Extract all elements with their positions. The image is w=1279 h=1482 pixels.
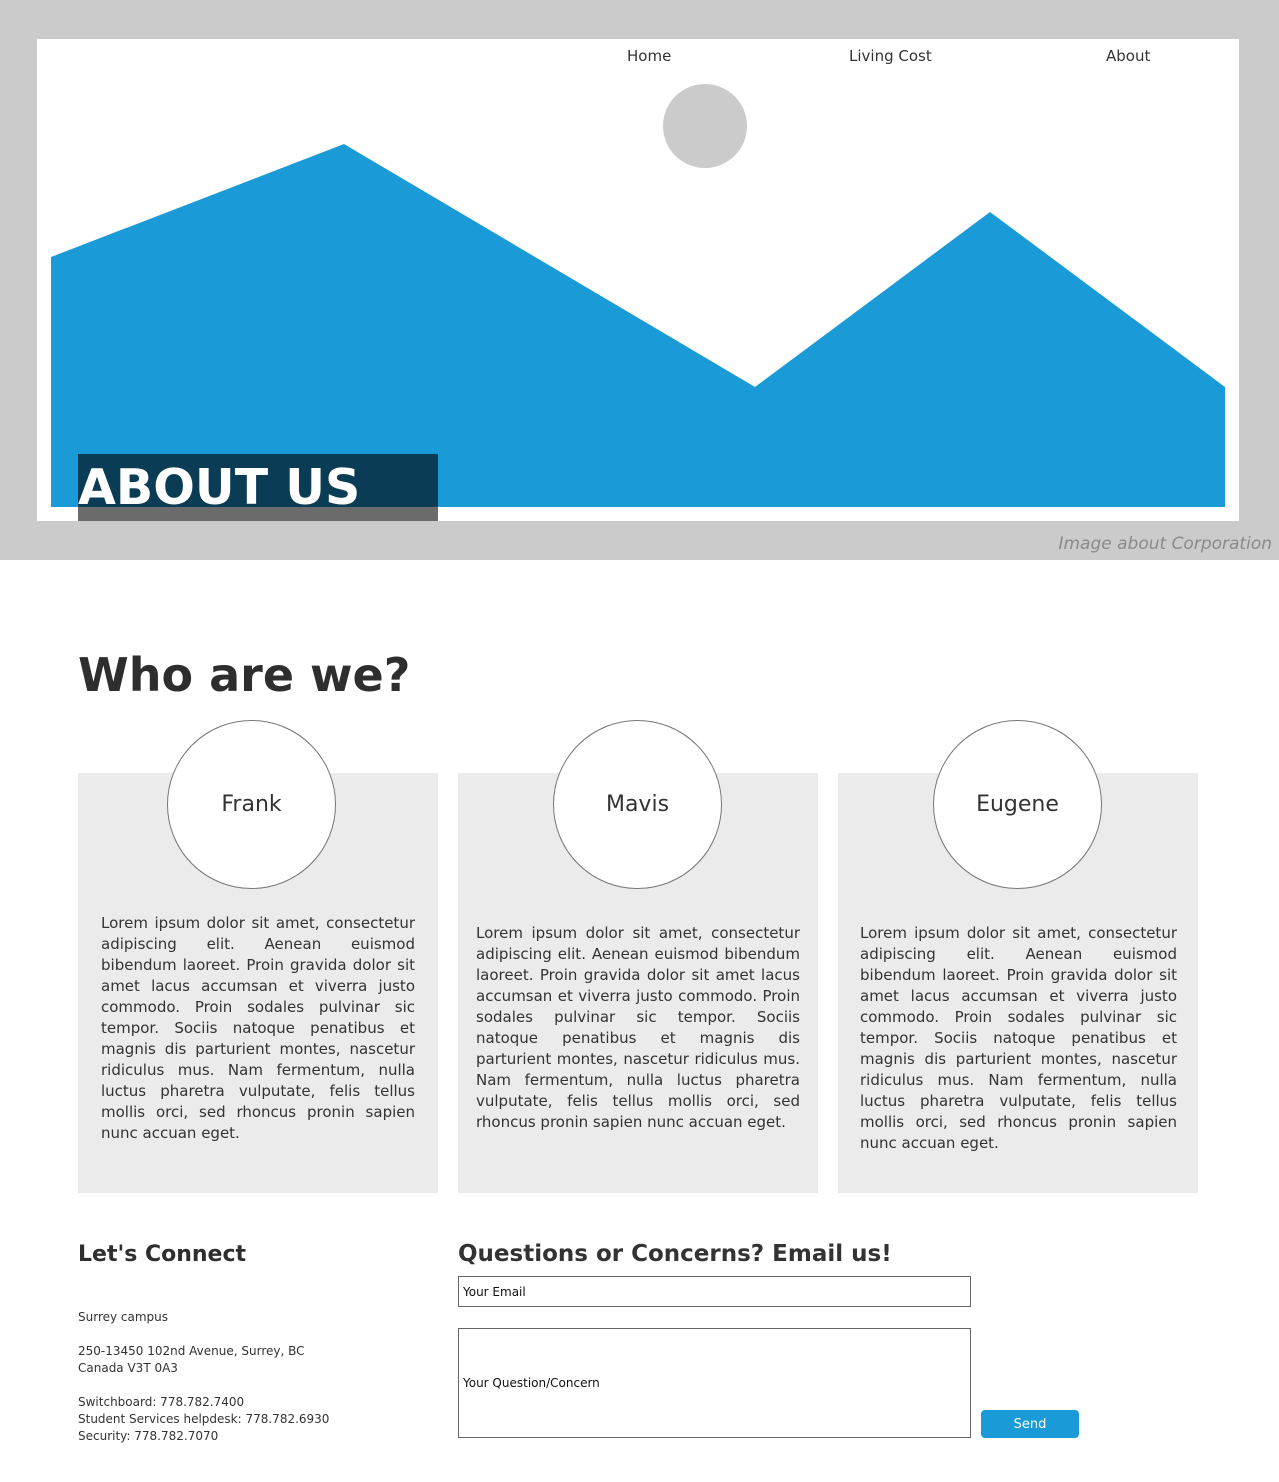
member-bio: Lorem ipsum dolor sit amet, consectetur … (476, 924, 800, 1131)
phone-security: Security: 778.782.7070 (78, 1429, 219, 1443)
member-bio: Lorem ipsum dolor sit amet, consectetur … (101, 914, 415, 1142)
send-button[interactable]: Send (981, 1410, 1079, 1438)
member-name: Eugene (976, 792, 1059, 817)
phone-helpdesk: Student Services helpdesk: 778.782.6930 (78, 1412, 330, 1426)
page-title-banner: ABOUT US (78, 454, 438, 521)
page-title: ABOUT US (78, 459, 361, 516)
nav-home-link[interactable]: Home (627, 47, 671, 65)
connect-title: Let's Connect (78, 1242, 247, 1267)
hero-image-frame (37, 39, 1239, 521)
section-title-who: Who are we? (78, 648, 411, 702)
email-field[interactable] (458, 1276, 971, 1307)
avatar: Mavis (553, 720, 722, 889)
nav-about-link[interactable]: About (1106, 47, 1150, 65)
address-line: 250-13450 102nd Avenue, Surrey, BC (78, 1344, 305, 1358)
member-name: Frank (221, 792, 282, 817)
phone-switchboard: Switchboard: 778.782.7400 (78, 1395, 245, 1409)
campus-name: Surrey campus (78, 1310, 169, 1324)
landscape-placeholder-icon (51, 84, 1225, 507)
form-title: Questions or Concerns? Email us! (458, 1241, 892, 1267)
avatar: Frank (167, 720, 336, 889)
member-bio: Lorem ipsum dolor sit amet, consectetur … (860, 924, 1177, 1152)
mountain-shape (51, 144, 1225, 507)
question-placeholder: Your Question/Concern (463, 1376, 600, 1390)
member-name: Mavis (605, 792, 670, 817)
avatar: Eugene (933, 720, 1102, 889)
sun-circle (663, 84, 747, 168)
question-field[interactable]: Your Question/Concern (458, 1328, 971, 1438)
address-line: Canada V3T 0A3 (78, 1361, 178, 1375)
image-caption: Image about Corporation (1058, 534, 1272, 554)
nav-living-cost-link[interactable]: Living Cost (849, 47, 932, 65)
